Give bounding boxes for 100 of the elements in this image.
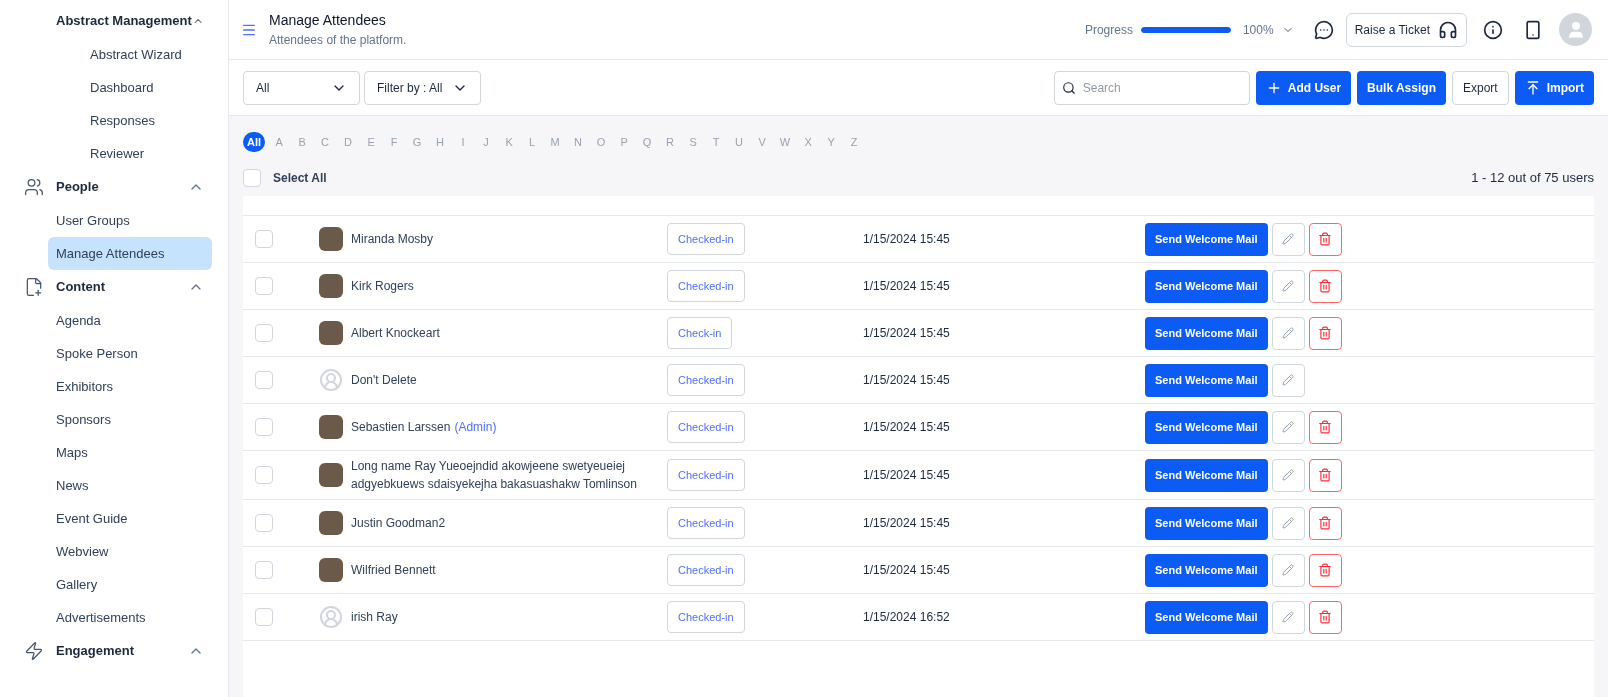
sidebar-section[interactable]: People bbox=[56, 177, 188, 197]
toolbar-button[interactable]: Bulk Assign bbox=[1357, 70, 1446, 105]
info-icon[interactable] bbox=[1483, 19, 1503, 40]
date-cell-text: 1/15/2024 15:45 bbox=[863, 372, 951, 389]
sidebar-item[interactable]: Event Guide bbox=[48, 502, 212, 535]
trash-icon bbox=[1318, 516, 1332, 530]
photo-placeholder bbox=[319, 558, 343, 582]
sidebar-item[interactable]: Dashboard bbox=[82, 71, 228, 104]
date-cell-text: 1/15/2024 15:45 bbox=[863, 419, 951, 436]
edit-button[interactable] bbox=[1271, 600, 1305, 634]
check-in-button[interactable]: Checked-in bbox=[667, 270, 745, 302]
filter-dropdown[interactable]: All bbox=[243, 70, 360, 105]
photo-placeholder bbox=[319, 511, 343, 535]
sidebar-section[interactable]: Abstract Management bbox=[56, 11, 192, 31]
sidebar-item[interactable]: Webview bbox=[48, 535, 212, 568]
delete-button[interactable] bbox=[1308, 269, 1342, 303]
check-in-button[interactable]: Checked-in bbox=[667, 364, 745, 396]
select-all-label: Select All bbox=[273, 170, 327, 187]
date-cell-text: 1/15/2024 15:45 bbox=[863, 467, 951, 484]
row-checkbox[interactable] bbox=[255, 371, 273, 389]
photo-placeholder bbox=[319, 274, 343, 298]
search-field[interactable]: Search bbox=[1053, 70, 1250, 105]
sidebar-item[interactable]: User Groups bbox=[48, 204, 212, 237]
edit-button[interactable] bbox=[1271, 363, 1305, 397]
pencil-icon bbox=[1282, 374, 1294, 386]
check-in-button[interactable]: Checked-in bbox=[667, 459, 745, 491]
sidebar-item[interactable]: Exhibitors bbox=[48, 370, 212, 403]
row-checkbox[interactable] bbox=[255, 324, 273, 342]
delete-button[interactable] bbox=[1308, 553, 1342, 587]
row-checkbox[interactable] bbox=[255, 466, 273, 484]
sidebar-item[interactable]: Maps bbox=[48, 436, 212, 469]
send-welcome-mail-button[interactable]: Send Welcome Mail bbox=[1145, 458, 1268, 492]
send-welcome-mail-button[interactable]: Send Welcome Mail bbox=[1145, 316, 1268, 350]
edit-button[interactable] bbox=[1271, 269, 1305, 303]
row-checkbox[interactable] bbox=[255, 277, 273, 295]
send-welcome-mail-button[interactable]: Send Welcome Mail bbox=[1145, 410, 1268, 444]
sidebar-item[interactable]: Abstract Wizard bbox=[82, 38, 228, 71]
toolbar-button[interactable]: Import bbox=[1514, 70, 1594, 105]
filter-dropdown[interactable]: Filter by : All bbox=[364, 70, 481, 105]
sidebar-item[interactable]: Spoke Person bbox=[48, 337, 212, 370]
admin-tag: (Admin) bbox=[454, 420, 497, 434]
select-all-checkbox[interactable] bbox=[243, 169, 261, 187]
check-in-button[interactable]: Checked-in bbox=[667, 554, 745, 586]
pencil-icon bbox=[1282, 327, 1294, 339]
avatar[interactable] bbox=[1559, 13, 1592, 46]
row-checkbox[interactable] bbox=[255, 561, 273, 579]
chat-icon[interactable] bbox=[1313, 19, 1334, 40]
edit-button[interactable] bbox=[1271, 410, 1305, 444]
progress-label: Progress bbox=[1084, 21, 1133, 39]
attendee-name: Justin Goodman2 bbox=[351, 516, 446, 530]
send-welcome-mail-button[interactable]: Send Welcome Mail bbox=[1145, 269, 1268, 303]
letter-filter[interactable]: All bbox=[243, 132, 266, 152]
check-in-button[interactable]: Check-in bbox=[667, 317, 733, 349]
trash-icon bbox=[1318, 232, 1332, 246]
edit-button[interactable] bbox=[1271, 222, 1305, 256]
phone-icon[interactable] bbox=[1523, 19, 1543, 40]
row-checkbox[interactable] bbox=[255, 230, 273, 248]
sidebar-item[interactable]: News bbox=[48, 469, 212, 502]
check-in-button[interactable]: Checked-in bbox=[667, 507, 745, 539]
edit-button[interactable] bbox=[1271, 506, 1305, 540]
edit-button[interactable] bbox=[1271, 458, 1305, 492]
delete-button[interactable] bbox=[1308, 316, 1342, 350]
row-checkbox[interactable] bbox=[255, 514, 273, 532]
row-checkbox[interactable] bbox=[255, 608, 273, 626]
avatar-icon bbox=[319, 368, 343, 392]
sidebar-item[interactable]: Sponsors bbox=[48, 403, 212, 436]
send-welcome-mail-button[interactable]: Send Welcome Mail bbox=[1145, 553, 1268, 587]
check-in-button[interactable]: Checked-in bbox=[667, 223, 745, 255]
send-welcome-mail-button[interactable]: Send Welcome Mail bbox=[1145, 506, 1268, 540]
send-welcome-mail-button[interactable]: Send Welcome Mail bbox=[1145, 363, 1268, 397]
sidebar-item[interactable]: Reviewer bbox=[82, 137, 228, 170]
sidebar-item[interactable]: Advertisements bbox=[48, 601, 212, 634]
check-in-button[interactable]: Checked-in bbox=[667, 601, 745, 633]
delete-button[interactable] bbox=[1308, 600, 1342, 634]
delete-button[interactable] bbox=[1308, 410, 1342, 444]
row-checkbox[interactable] bbox=[255, 418, 273, 436]
sidebar-item[interactable]: Agenda bbox=[48, 304, 212, 337]
sidebar-item[interactable]: Manage Attendees bbox=[48, 237, 212, 270]
sidebar-item[interactable]: Gallery bbox=[48, 568, 212, 601]
toolbar-button[interactable]: Export bbox=[1451, 70, 1509, 105]
pencil-icon bbox=[1282, 469, 1294, 481]
pencil-icon bbox=[1282, 564, 1294, 576]
sidebar-item[interactable]: Responses bbox=[82, 104, 228, 137]
sidebar-section[interactable]: Content bbox=[56, 277, 188, 297]
pencil-icon bbox=[1282, 421, 1294, 433]
send-welcome-mail-button[interactable]: Send Welcome Mail bbox=[1145, 600, 1268, 634]
edit-button[interactable] bbox=[1271, 316, 1305, 350]
sidebar-section[interactable]: Engagement bbox=[56, 641, 188, 661]
check-in-button[interactable]: Checked-in bbox=[667, 411, 745, 443]
trash-icon bbox=[1318, 563, 1332, 577]
raise-ticket-button[interactable]: Raise a Ticket bbox=[1345, 12, 1467, 47]
photo-placeholder bbox=[319, 415, 343, 439]
delete-button[interactable] bbox=[1308, 506, 1342, 540]
delete-button[interactable] bbox=[1308, 222, 1342, 256]
toolbar-button[interactable]: Add User bbox=[1255, 70, 1352, 105]
delete-button[interactable] bbox=[1308, 458, 1342, 492]
send-welcome-mail-button[interactable]: Send Welcome Mail bbox=[1145, 222, 1268, 256]
date-cell-text: 1/15/2024 15:45 bbox=[863, 278, 951, 295]
date-cell-text: 1/15/2024 15:45 bbox=[863, 231, 951, 248]
edit-button[interactable] bbox=[1271, 553, 1305, 587]
